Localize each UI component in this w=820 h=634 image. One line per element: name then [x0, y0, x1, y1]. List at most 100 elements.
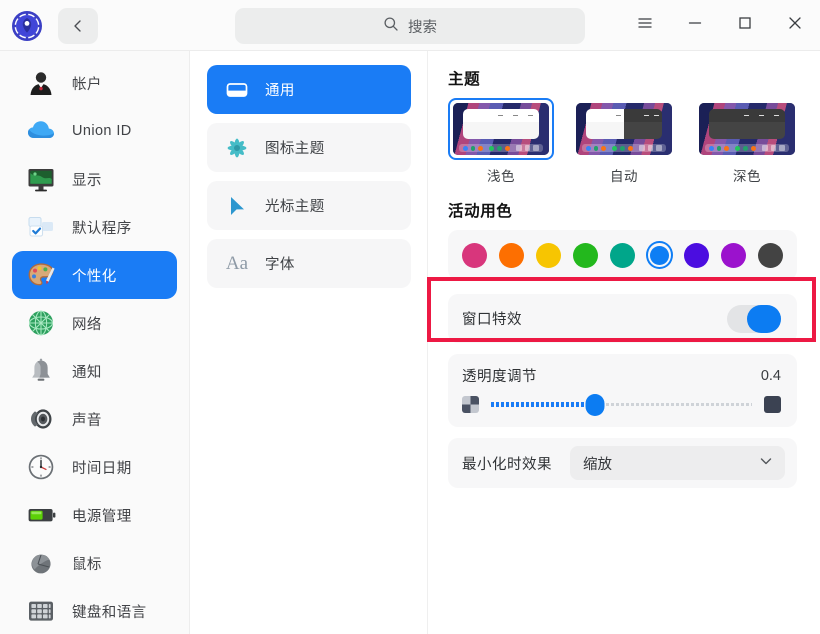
sidebar-item-datetime[interactable]: 时间日期	[12, 443, 177, 491]
sidebar-item-label: 时间日期	[72, 460, 132, 477]
sidebar-item-sound[interactable]: 声音	[12, 395, 177, 443]
transparency-label: 透明度调节	[462, 369, 537, 385]
sidebar-item-keyboard[interactable]: 键盘和语言	[12, 587, 177, 634]
sidebar-item-label: 个性化	[72, 268, 117, 285]
sidebar-item-network[interactable]: 网络	[12, 299, 177, 347]
search-input[interactable]: 搜索	[235, 8, 585, 44]
sidebar[interactable]: 帐户 Union ID 显示 默认程序 个性化 网络 通知 声音 时间日期 电源…	[0, 51, 190, 634]
sidebar-item-label: 显示	[72, 172, 102, 189]
transparency-row: 透明度调节 0.4	[448, 354, 797, 427]
cursor-arrow-icon	[224, 193, 250, 219]
slider-handle[interactable]	[585, 394, 605, 416]
search-icon	[383, 16, 399, 37]
battery-icon	[26, 500, 56, 530]
accent-swatch-purple[interactable]	[721, 241, 747, 269]
close-button[interactable]	[770, 0, 820, 51]
main-content: 主题 浅色 自动 深色 活动用色 窗口特效 透明度调节 0.4 最小化时效果 缩…	[429, 51, 820, 634]
search-placeholder: 搜索	[408, 19, 437, 36]
theme-option-auto[interactable]: 自动	[571, 98, 677, 185]
theme-preview-auto	[576, 103, 672, 155]
accent-swatch-indigo[interactable]	[684, 241, 710, 269]
sidebar-item-label: 默认程序	[72, 220, 132, 237]
sidebar-item-mouse[interactable]: 鼠标	[12, 539, 177, 587]
speaker-icon	[26, 404, 56, 434]
sidebar-item-label: 网络	[72, 316, 102, 333]
theme-options[interactable]: 浅色 自动 深色	[448, 98, 797, 185]
theme-option-light[interactable]: 浅色	[448, 98, 554, 185]
subnav-item-font[interactable]: Aa 字体	[207, 239, 411, 288]
keyboard-icon	[26, 596, 56, 626]
cloud-icon	[26, 116, 56, 146]
minimize-effect-label: 最小化时效果	[462, 456, 552, 473]
control-center-window: 搜索 帐户 Union ID 显示 默认程序 个性化 网络 通知 声音 时间日期…	[0, 0, 820, 634]
subnav-item-cursor-theme[interactable]: 光标主题	[207, 181, 411, 230]
slider-fill	[491, 402, 596, 407]
mouse-icon	[26, 548, 56, 578]
maximize-icon	[736, 14, 754, 37]
transparent-checkerboard-icon	[462, 395, 479, 413]
maximize-button[interactable]	[720, 0, 770, 51]
hamburger-menu-icon	[636, 14, 654, 37]
subnav-item-label: 通用	[265, 83, 295, 99]
minimize-button[interactable]	[670, 0, 720, 51]
clock-icon	[26, 452, 56, 482]
sidebar-item-personalization[interactable]: 个性化	[12, 251, 177, 299]
palette-icon	[26, 260, 56, 290]
transparency-slider[interactable]	[491, 394, 752, 416]
accent-swatch-magenta[interactable]	[461, 241, 487, 269]
sidebar-item-account[interactable]: 帐户	[12, 59, 177, 107]
globe-network-icon	[26, 308, 56, 338]
font-Aa-icon: Aa	[225, 252, 249, 274]
sidebar-item-display[interactable]: 显示	[12, 155, 177, 203]
accent-swatch-orange[interactable]	[498, 241, 524, 269]
accent-swatch-gray[interactable]	[758, 241, 784, 269]
subnav-item-label: 图标主题	[265, 141, 325, 157]
chevron-down-icon	[758, 453, 774, 474]
theme-option-label: 深色	[733, 169, 761, 184]
sidebar-item-label: 帐户	[72, 76, 102, 93]
display-monitor-icon	[26, 164, 56, 194]
sidebar-item-label: Union ID	[72, 123, 132, 139]
sidebar-item-default-apps[interactable]: 默认程序	[12, 203, 177, 251]
accent-swatch-teal[interactable]	[609, 241, 635, 269]
theme-option-label: 自动	[610, 169, 638, 184]
subnav-item-icon-theme[interactable]: 图标主题	[207, 123, 411, 172]
subnav-item-general[interactable]: 通用	[207, 65, 411, 114]
theme-preview-dark	[699, 103, 795, 155]
titlebar: 搜索	[0, 0, 820, 51]
back-button[interactable]	[58, 8, 98, 44]
control-center-logo[interactable]	[11, 10, 43, 42]
sidebar-item-label: 键盘和语言	[72, 604, 147, 621]
minimize-effect-value: 缩放	[583, 456, 612, 473]
personalization-subnav[interactable]: 通用 图标主题 光标主题 Aa 字体	[191, 51, 428, 634]
accent-swatch-green[interactable]	[572, 241, 598, 269]
default-apps-icon	[26, 212, 56, 242]
subnav-item-label: 字体	[265, 257, 295, 273]
theme-section-title: 主题	[448, 71, 481, 88]
accent-color-row[interactable]	[448, 230, 797, 280]
sidebar-item-label: 通知	[72, 364, 102, 381]
sidebar-item-power[interactable]: 电源管理	[12, 491, 177, 539]
accent-section-title: 活动用色	[448, 203, 513, 220]
sidebar-item-union-id[interactable]: Union ID	[12, 107, 177, 155]
minimize-effect-select[interactable]: 缩放	[570, 446, 785, 480]
menu-button[interactable]	[620, 0, 670, 51]
theme-preview-light	[453, 103, 549, 155]
minimize-effect-row: 最小化时效果 缩放	[448, 438, 797, 488]
account-icon	[26, 68, 56, 98]
window-effects-toggle[interactable]	[727, 304, 781, 333]
toggle-knob	[747, 304, 781, 333]
sidebar-item-label: 鼠标	[72, 556, 102, 573]
accent-color-section: 活动用色	[448, 199, 797, 280]
window-controls	[620, 0, 820, 51]
accent-swatch-blue[interactable]	[646, 241, 673, 269]
sidebar-item-notification[interactable]: 通知	[12, 347, 177, 395]
window-effects-row: 窗口特效	[448, 294, 797, 343]
sidebar-item-label: 声音	[72, 412, 102, 429]
icon-theme-flower-icon	[224, 135, 250, 161]
accent-swatch-yellow[interactable]	[535, 241, 561, 269]
general-window-icon	[224, 77, 250, 103]
theme-option-dark[interactable]: 深色	[694, 98, 800, 185]
minimize-icon	[686, 14, 704, 37]
bell-icon	[26, 356, 56, 386]
